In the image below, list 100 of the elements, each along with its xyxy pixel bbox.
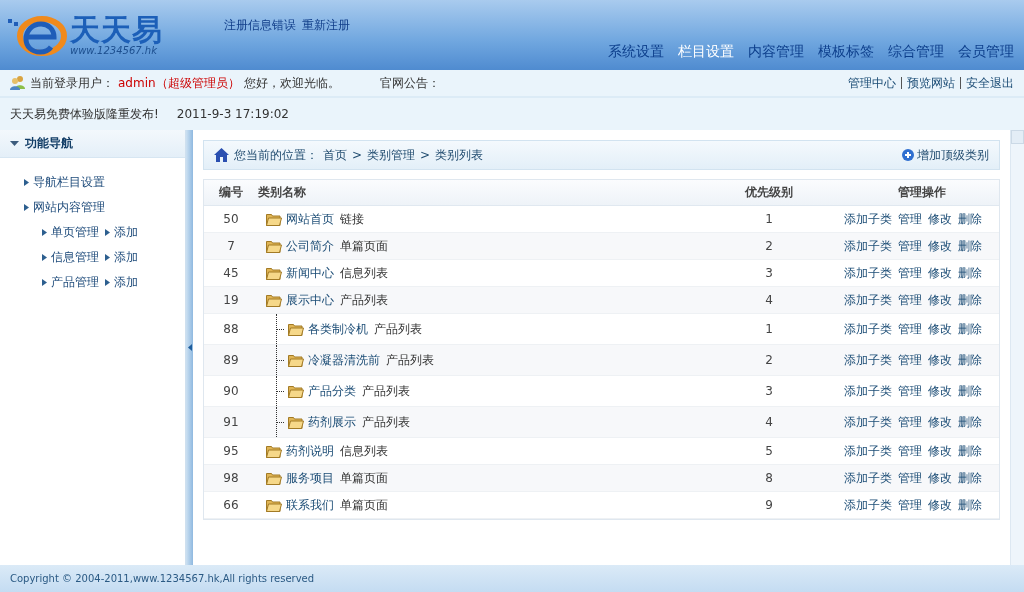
add-category-link[interactable]: 增加顶级类别 [902, 146, 989, 164]
add-link[interactable]: 添加 [105, 220, 138, 245]
nav-tab[interactable]: 模板标签 [818, 43, 874, 61]
nav-link[interactable]: 导航栏目设置 [24, 170, 105, 195]
action-link[interactable]: 修改 [928, 320, 952, 338]
action-link[interactable]: 删除 [958, 496, 982, 514]
action-link[interactable]: 删除 [958, 320, 982, 338]
category-name[interactable]: 药剂说明 [286, 442, 334, 460]
action-link[interactable]: 添加子类 [844, 351, 892, 369]
category-name[interactable]: 网站首页 [286, 210, 334, 228]
breadcrumb-link[interactable]: 类别列表 [435, 146, 484, 164]
category-name[interactable]: 新闻中心 [286, 264, 334, 282]
action-link[interactable]: 添加子类 [844, 237, 892, 255]
category-type: 产品列表 [362, 413, 410, 431]
action-link[interactable]: 删除 [958, 413, 982, 431]
action-link[interactable]: 管理 [898, 413, 922, 431]
id-cell-text: 89 [222, 353, 240, 367]
priority-cell-text: 2 [764, 353, 774, 367]
action-link[interactable]: 修改 [928, 351, 952, 369]
nav-link[interactable]: 网站内容管理 [24, 195, 105, 220]
action-link[interactable]: 修改 [928, 210, 952, 228]
action-link[interactable]: 修改 [928, 291, 952, 309]
category-name[interactable]: 联系我们 [286, 496, 334, 514]
category-type: 链接 [340, 210, 364, 228]
category-name[interactable]: 药剂展示 [308, 413, 356, 431]
action-link[interactable]: 删除 [958, 291, 982, 309]
action-link[interactable]: 添加子类 [844, 413, 892, 431]
nav-link[interactable]: 单页管理 [42, 220, 99, 245]
action-link[interactable]: 删除 [958, 351, 982, 369]
action-link[interactable]: 管理 [898, 496, 922, 514]
add-link[interactable]: 添加 [105, 270, 138, 295]
id-cell-text: 7 [226, 239, 236, 253]
nav-link[interactable]: 产品管理 [42, 270, 99, 295]
column-header: 管理操作 [896, 184, 947, 201]
nav-tab[interactable]: 内容管理 [748, 43, 804, 61]
category-type: 产品列表 [374, 320, 422, 338]
action-link[interactable]: 管理 [898, 210, 922, 228]
action-link[interactable]: 删除 [958, 210, 982, 228]
sidebar-header[interactable]: 功能导航 [0, 130, 185, 158]
nav-link[interactable]: 信息管理 [42, 245, 99, 270]
folder-icon [288, 322, 304, 336]
top-link[interactable]: 预览网站 [907, 74, 955, 92]
top-link[interactable]: 安全退出 [966, 74, 1014, 92]
breadcrumb-link[interactable]: 类别管理 [367, 146, 416, 164]
priority-cell-text: 4 [764, 293, 774, 307]
action-link[interactable]: 修改 [928, 496, 952, 514]
category-name[interactable]: 各类制冷机 [308, 320, 368, 338]
folder-icon [288, 353, 304, 367]
action-link[interactable]: 删除 [958, 442, 982, 460]
action-link[interactable]: 修改 [928, 442, 952, 460]
action-link[interactable]: 添加子类 [844, 320, 892, 338]
user-label: 当前登录用户： [30, 74, 114, 92]
nav-tab[interactable]: 系统设置 [608, 43, 664, 61]
action-link[interactable]: 管理 [898, 351, 922, 369]
action-link[interactable]: 添加子类 [844, 210, 892, 228]
priority-cell-text: 1 [764, 212, 774, 226]
action-link[interactable]: 管理 [898, 382, 922, 400]
category-name[interactable]: 公司简介 [286, 237, 334, 255]
category-name[interactable]: 产品分类 [308, 382, 356, 400]
action-link[interactable]: 修改 [928, 264, 952, 282]
column-header: 类别名称 [258, 184, 307, 201]
plus-icon [902, 149, 914, 161]
category-name[interactable]: 展示中心 [286, 291, 334, 309]
action-link[interactable]: 管理 [898, 291, 922, 309]
action-link[interactable]: 添加子类 [844, 469, 892, 487]
priority-cell-text: 1 [764, 322, 774, 336]
header-link[interactable]: 重新注册 [302, 17, 350, 33]
action-link[interactable]: 管理 [898, 320, 922, 338]
action-link[interactable]: 修改 [928, 469, 952, 487]
action-link[interactable]: 删除 [958, 382, 982, 400]
category-type: 产品列表 [340, 291, 388, 309]
category-name[interactable]: 服务项目 [286, 469, 334, 487]
action-link[interactable]: 管理 [898, 264, 922, 282]
action-link[interactable]: 添加子类 [844, 496, 892, 514]
action-link[interactable]: 管理 [898, 442, 922, 460]
top-link[interactable]: 管理中心 [848, 74, 896, 92]
folder-icon [266, 498, 282, 512]
category-type: 单篇页面 [340, 469, 388, 487]
action-link[interactable]: 删除 [958, 237, 982, 255]
action-link[interactable]: 管理 [898, 469, 922, 487]
action-link[interactable]: 修改 [928, 413, 952, 431]
action-link[interactable]: 添加子类 [844, 264, 892, 282]
column-header: 优先级别 [743, 184, 794, 201]
action-link[interactable]: 管理 [898, 237, 922, 255]
action-link[interactable]: 添加子类 [844, 291, 892, 309]
nav-tab[interactable]: 综合管理 [888, 43, 944, 61]
action-link[interactable]: 添加子类 [844, 382, 892, 400]
action-link[interactable]: 删除 [958, 264, 982, 282]
id-cell-text: 88 [222, 322, 240, 336]
breadcrumb-link[interactable]: 首页 [323, 146, 347, 164]
action-link[interactable]: 添加子类 [844, 442, 892, 460]
add-link[interactable]: 添加 [105, 245, 138, 270]
priority-cell-text: 4 [764, 415, 774, 429]
action-link[interactable]: 修改 [928, 382, 952, 400]
action-link[interactable]: 修改 [928, 237, 952, 255]
category-name[interactable]: 冷凝器清洗前 [308, 351, 380, 369]
header-link[interactable]: 注册信息错误 [224, 17, 296, 33]
nav-tab[interactable]: 会员管理 [958, 43, 1014, 61]
copyright: Copyright © 2004-2011,www.1234567.hk,All rights reserved [0, 565, 1024, 592]
action-link[interactable]: 删除 [958, 469, 982, 487]
